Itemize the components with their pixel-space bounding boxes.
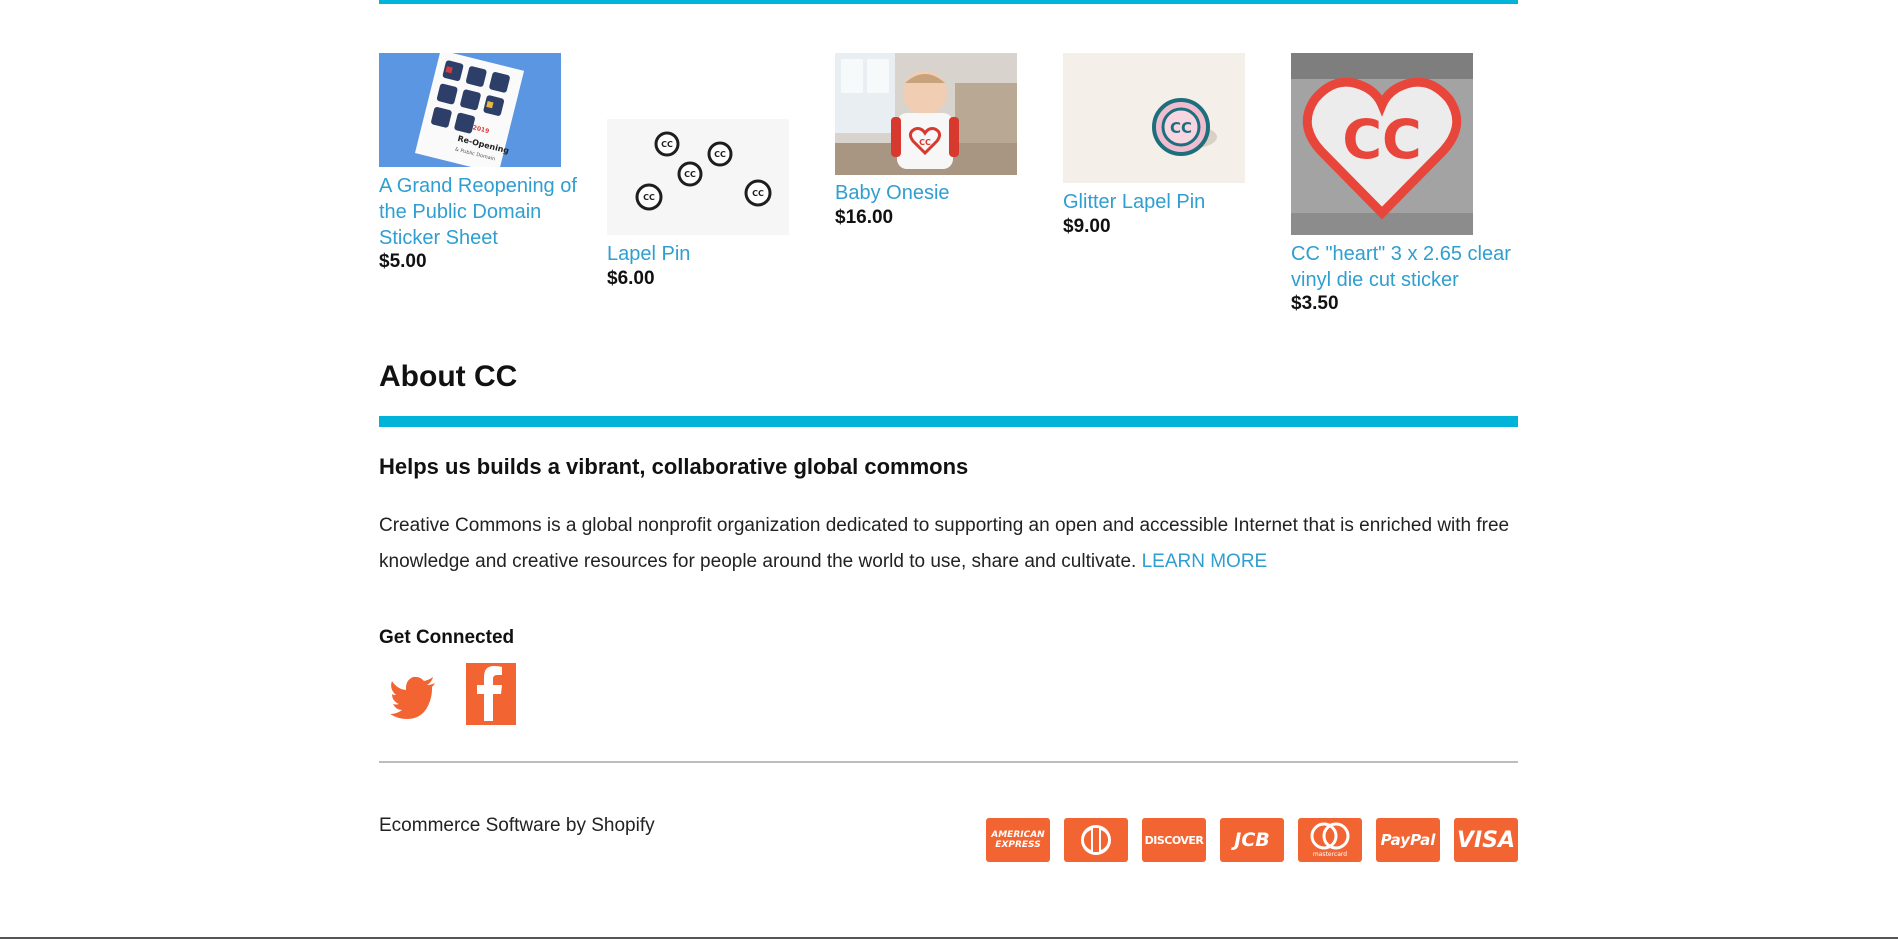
pin-cc-text: CC [714,150,726,159]
payment-methods: AMERICAN EXPRESS DISCOVER JCB mastercard [986,818,1518,862]
heart-sticker-image[interactable]: CC [1291,53,1473,235]
about-body-text: Creative Commons is a global nonprofit o… [379,515,1510,572]
product-price: $16.00 [835,207,894,228]
mastercard-icon: mastercard [1298,818,1362,862]
american-express-icon: AMERICAN EXPRESS [986,818,1050,862]
footer-divider [379,761,1518,763]
top-divider [379,0,1518,4]
pin-cc-text: CC [684,170,696,179]
discover-label: DISCOVER [1144,833,1204,847]
about-divider [379,416,1518,427]
jcb-label: JCB [1234,829,1270,851]
product-title-link[interactable]: Baby Onesie [835,180,1035,206]
jcb-icon: JCB [1220,818,1284,862]
product-price: $5.00 [379,251,427,272]
about-subheading: Helps us builds a vibrant, collaborative… [379,454,969,479]
product-title-link[interactable]: CC "heart" 3 x 2.65 clear vinyl die cut … [1291,241,1521,293]
about-description: Creative Commons is a global nonprofit o… [379,508,1518,580]
shopify-credit[interactable]: Ecommerce Software by Shopify [379,815,655,837]
paypal-label: PayPal [1380,831,1436,849]
mastercard-label: mastercard [1312,851,1348,858]
about-heading: About CC [379,360,518,393]
product-grid: 2019 Re-Opening & Public Domain A Grand … [379,53,1518,333]
product-price: $9.00 [1063,216,1111,237]
visa-icon: VISA [1454,818,1518,862]
get-connected-heading: Get Connected [379,627,515,648]
pin-cc-text: CC [752,189,764,198]
lapel-pins-image[interactable]: CC CC CC CC CC [607,119,789,235]
pin-cc-text: CC [661,140,673,149]
discover-icon: DISCOVER [1142,818,1206,862]
product-title-link[interactable]: A Grand Reopening of the Public Domain S… [379,173,579,251]
learn-more-link[interactable]: LEARN MORE [1142,551,1268,572]
glitter-pin-image[interactable]: CC [1063,53,1245,183]
pin-cc-text: CC [643,193,655,202]
onesie-cc-text: CC [919,138,931,147]
paypal-icon: PayPal [1376,818,1440,862]
baby-onesie-image[interactable]: CC [835,53,1017,175]
diners-club-icon [1064,818,1128,862]
amex-label: AMERICAN EXPRESS [991,830,1045,850]
product-price: $3.50 [1291,293,1339,314]
visa-label: VISA [1456,827,1516,853]
heart-cc-text: CC [1342,108,1421,171]
facebook-icon[interactable] [466,663,516,725]
page-content: 2019 Re-Opening & Public Domain A Grand … [379,0,1518,939]
twitter-icon[interactable] [390,663,437,725]
sticker-sheet-image[interactable]: 2019 Re-Opening & Public Domain [379,53,561,167]
product-price: $6.00 [607,268,655,289]
product-title-link[interactable]: Lapel Pin [607,241,807,267]
product-title-link[interactable]: Glitter Lapel Pin [1063,189,1263,215]
glitter-pin-cc-text: CC [1170,119,1192,137]
